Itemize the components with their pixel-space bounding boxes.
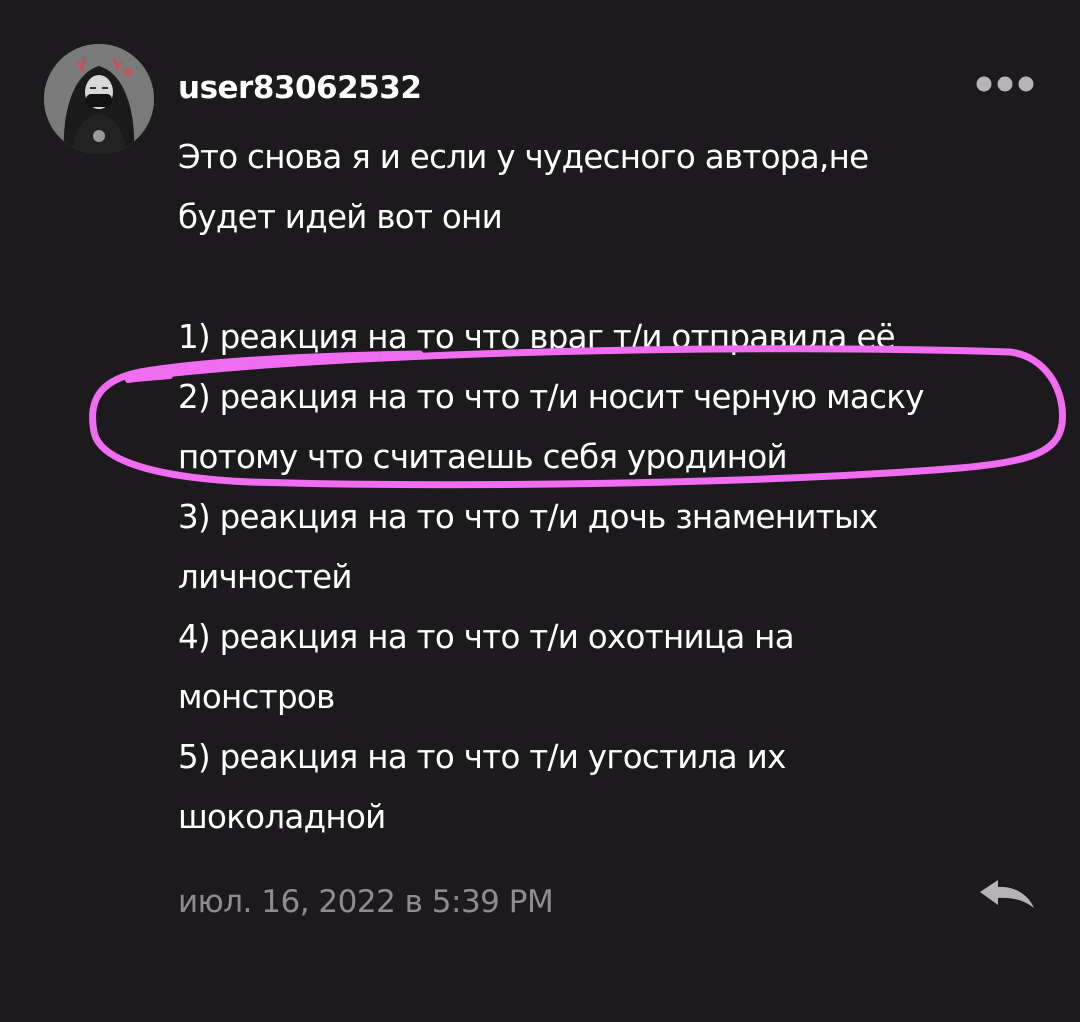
avatar[interactable] (44, 44, 154, 154)
comment-text: Это снова я и если у чудесного автора,не… (178, 127, 1048, 847)
user-avatar-image (44, 44, 154, 154)
comment-line: 5) реакция на то что т/и угостила их (178, 738, 786, 776)
comment-blank-line (178, 247, 1048, 307)
comment-line: 2) реакция на то что т/и носит черную ма… (178, 378, 924, 416)
comment-line: 1) реакция на то что враг т/и отправила … (178, 318, 896, 356)
comment-line: 4) реакция на то что т/и охотница на (178, 618, 795, 656)
more-horizontal-icon (976, 76, 1034, 92)
comment-line: потому что считаешь себя уродиной (178, 438, 788, 476)
more-options-button[interactable] (972, 66, 1038, 102)
comment-timestamp: июл. 16, 2022 в 5:39 PM (178, 884, 554, 920)
comment-line: монстров (178, 678, 335, 716)
comment-username[interactable]: user83062532 (178, 66, 422, 110)
reply-arrow-icon (980, 880, 1034, 908)
reply-button[interactable] (974, 872, 1040, 918)
comment-line: Это снова я и если у чудесного автора,не (178, 138, 869, 176)
comment-line: шоколадной (178, 798, 386, 836)
comment-line: личностей (178, 558, 353, 596)
comment-line: 3) реакция на то что т/и дочь знаменитых (178, 498, 878, 536)
comment-line: будет идей вот они (178, 198, 503, 236)
